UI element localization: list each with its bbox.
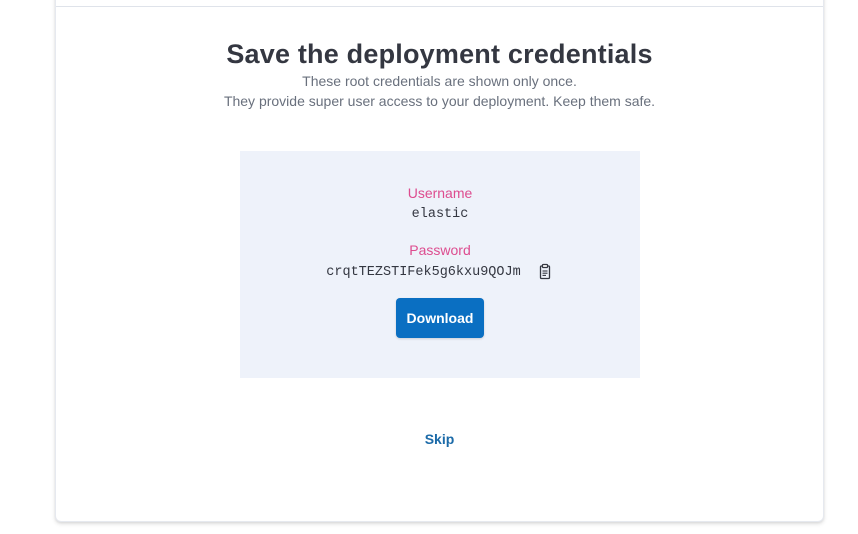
download-button[interactable]: Download [396,298,484,338]
page-title: Save the deployment credentials [226,39,653,69]
username-value: elastic [411,207,469,222]
top-divider [56,6,823,7]
password-value: crqtTEZSTIFek5g6kxu9QOJm [326,264,521,280]
skip-link[interactable]: Skip [56,431,823,447]
clipboard-icon[interactable] [536,262,554,282]
subtitle-line-2: They provide super user access to your d… [223,93,656,109]
credentials-panel: Save the deployment credentials These ro… [55,0,824,522]
subtitle-line-1: These root credentials are shown only on… [302,73,577,89]
password-row: crqtTEZSTIFek5g6kxu9QOJm [240,261,640,283]
credentials-box: Username elastic Password crqtTEZSTIFek5… [240,151,640,378]
password-label: Password [409,242,471,258]
username-label: Username [407,185,473,201]
